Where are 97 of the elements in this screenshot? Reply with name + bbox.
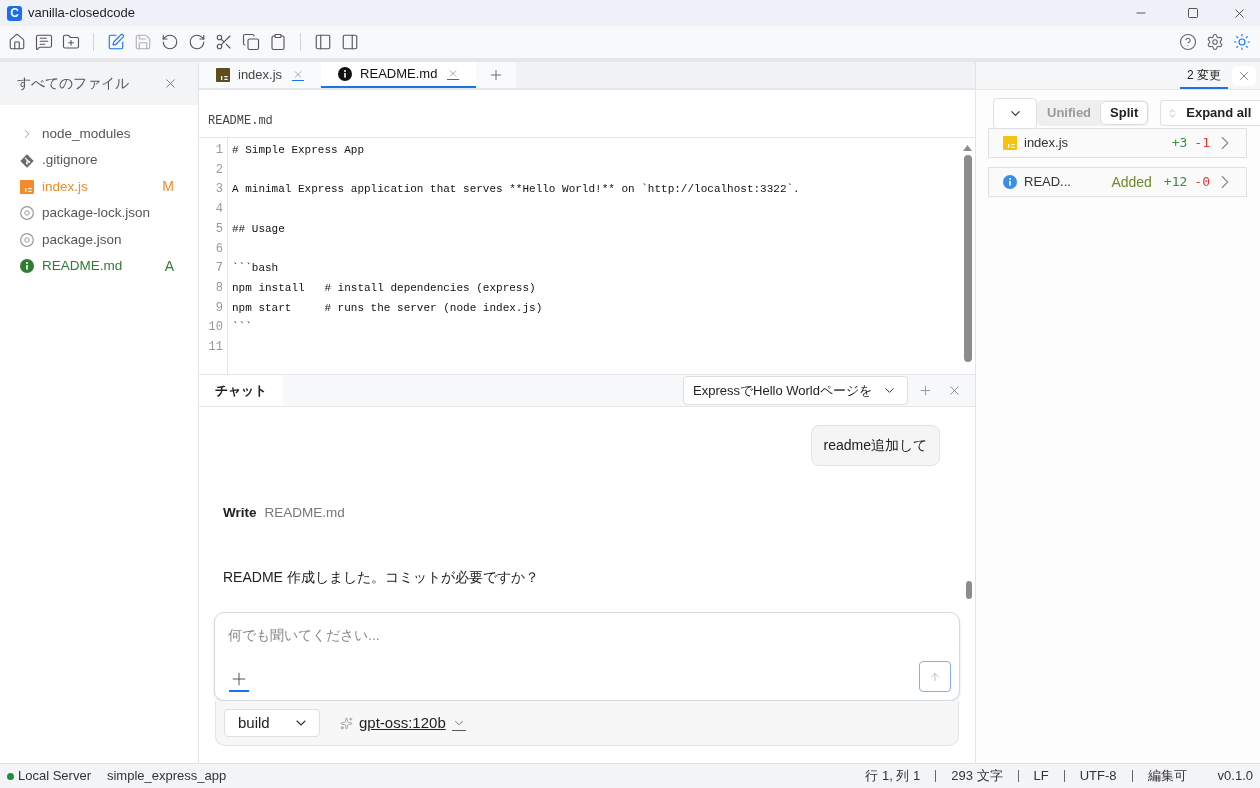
file-icon bbox=[1003, 136, 1017, 150]
line-number: 5 bbox=[215, 220, 223, 238]
send-button[interactable] bbox=[919, 661, 951, 692]
git-icon bbox=[20, 153, 34, 168]
settings-icon[interactable] bbox=[1206, 33, 1224, 51]
scrollbar-thumb[interactable] bbox=[963, 155, 972, 362]
line-number: 8 bbox=[215, 279, 223, 297]
info-icon bbox=[338, 67, 353, 81]
file-name: index.js bbox=[1024, 134, 1070, 153]
app-version: v0.1.0 bbox=[1217, 767, 1253, 786]
folder-plus-icon[interactable] bbox=[62, 33, 80, 51]
chat-tab[interactable]: チャット bbox=[199, 375, 283, 406]
line-number: 4 bbox=[215, 201, 223, 219]
close-panel-button[interactable] bbox=[1232, 65, 1256, 86]
editor-tab[interactable]: index.js bbox=[199, 62, 322, 88]
file-name[interactable]: node_modules bbox=[42, 124, 174, 145]
file-name[interactable]: package-lock.json bbox=[42, 203, 174, 224]
plus-icon[interactable] bbox=[918, 383, 933, 398]
file-path: README.md bbox=[208, 113, 273, 130]
copy-icon[interactable] bbox=[242, 33, 260, 51]
additions-count: +12 bbox=[1163, 173, 1188, 192]
file-icon bbox=[20, 179, 34, 194]
message-icon[interactable] bbox=[35, 33, 53, 51]
message-composer[interactable]: 何でも聞いてください... bbox=[214, 612, 960, 701]
expand-all-button[interactable]: Expand all bbox=[1160, 100, 1260, 126]
assistant-message: README 作成しました。コミットが必要ですか？ bbox=[223, 568, 539, 588]
editor-tab[interactable]: README.md bbox=[321, 62, 477, 88]
server-label: Local Server bbox=[18, 767, 91, 786]
sparkle-icon bbox=[340, 716, 353, 730]
changed-file-row[interactable]: index.js +3 -1 bbox=[988, 128, 1247, 158]
tool-target: README.md bbox=[264, 504, 345, 522]
mode-select[interactable]: build bbox=[224, 709, 320, 737]
file-name[interactable]: .gitignore bbox=[42, 150, 174, 171]
added-label: Added bbox=[1111, 172, 1152, 192]
sun-icon[interactable] bbox=[1233, 33, 1251, 51]
view-option[interactable]: Split bbox=[1100, 101, 1149, 125]
user-message: readme追加して bbox=[810, 425, 940, 466]
info-icon bbox=[1003, 175, 1017, 189]
sidebar-title: すべてのファイル bbox=[17, 74, 129, 93]
git-status-letter: A bbox=[164, 256, 174, 276]
deletions-count: -1 bbox=[1194, 134, 1210, 153]
status-item: UTF-8 bbox=[1079, 767, 1117, 786]
line-number: 2 bbox=[215, 161, 223, 179]
message-input[interactable]: 何でも聞いてください... bbox=[228, 622, 946, 648]
line-number: 11 bbox=[208, 339, 223, 357]
ring-icon bbox=[20, 206, 34, 221]
code-line: A minimal Express application that serves **Hello World!** on `http://localhost:3322`. bbox=[232, 182, 801, 198]
line-number: 10 bbox=[208, 319, 223, 337]
panel-left-icon[interactable] bbox=[314, 33, 332, 51]
additions-count: +3 bbox=[1171, 134, 1188, 153]
help-icon[interactable] bbox=[1179, 33, 1197, 51]
git-status-letter: M bbox=[162, 177, 174, 197]
window-title: vanilla-closedcode bbox=[28, 4, 135, 23]
code-line: ## Usage bbox=[232, 221, 286, 237]
close-icon[interactable] bbox=[947, 383, 962, 398]
session-dropdown[interactable]: ExpressでHello Worldページを bbox=[683, 376, 908, 405]
changed-file-row[interactable]: READ... Added +12 -0 bbox=[988, 167, 1247, 197]
panel-right-icon[interactable] bbox=[341, 33, 359, 51]
close-icon[interactable] bbox=[447, 68, 460, 80]
changes-tab[interactable]: 2 変更 bbox=[1180, 62, 1228, 89]
home-icon[interactable] bbox=[8, 33, 26, 51]
status-item: 編集可 bbox=[1147, 767, 1187, 786]
app-logo: C bbox=[7, 5, 22, 21]
model-select[interactable]: gpt-oss:120b bbox=[359, 711, 466, 735]
line-number: 6 bbox=[215, 240, 223, 258]
scroll-up-icon[interactable] bbox=[963, 145, 972, 151]
code-line: npm start # runs the server (node index.js) bbox=[232, 300, 544, 316]
edit-icon[interactable] bbox=[107, 33, 125, 51]
maximize-icon[interactable] bbox=[1187, 7, 1199, 19]
status-item: 293 文字 bbox=[951, 767, 1003, 786]
tool-action: Write bbox=[223, 504, 257, 522]
file-name[interactable]: package.json bbox=[42, 229, 174, 250]
new-tab-button[interactable] bbox=[476, 62, 517, 88]
scissors-icon[interactable] bbox=[215, 33, 233, 51]
file-name[interactable]: README.md bbox=[42, 256, 165, 277]
deletions-count: -0 bbox=[1194, 173, 1210, 192]
line-number: 9 bbox=[215, 299, 223, 317]
line-number: 7 bbox=[215, 260, 223, 278]
info-icon bbox=[20, 259, 34, 274]
line-number: 1 bbox=[215, 142, 223, 159]
code-line: ``` bbox=[232, 320, 253, 336]
code-line: # Simple Express App bbox=[232, 143, 366, 158]
line-number: 3 bbox=[215, 181, 223, 199]
code-line: ```bash bbox=[232, 261, 280, 277]
close-icon[interactable] bbox=[163, 76, 178, 91]
clipboard-icon[interactable] bbox=[269, 33, 287, 51]
scrollbar-thumb[interactable] bbox=[966, 581, 972, 599]
project-name: simple_express_app bbox=[107, 767, 227, 786]
status-item: 行 1, 列 1 bbox=[865, 767, 921, 786]
redo-icon[interactable] bbox=[188, 33, 206, 51]
undo-icon[interactable] bbox=[161, 33, 179, 51]
ring-icon bbox=[20, 232, 34, 247]
status-item: LF bbox=[1033, 767, 1049, 786]
code-line: npm install # install dependencies (express) bbox=[232, 280, 537, 296]
close-icon[interactable] bbox=[292, 69, 305, 81]
file-name: READ... bbox=[1024, 173, 1072, 192]
file-icon bbox=[216, 68, 230, 82]
